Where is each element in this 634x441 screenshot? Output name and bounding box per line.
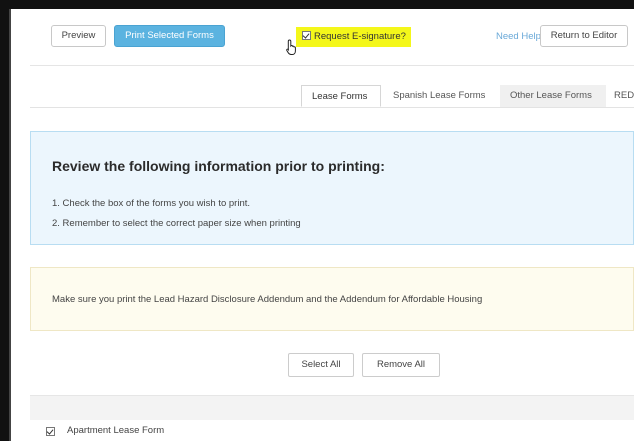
- form-checkbox[interactable]: [46, 427, 55, 436]
- printing-instructions-panel: Review the following information prior t…: [30, 131, 634, 245]
- return-to-editor-button[interactable]: Return to Editor: [540, 25, 628, 47]
- instruction-item: 2. Remember to select the correct paper …: [52, 218, 301, 229]
- form-category-tabs: Lease Forms Spanish Lease Forms Other Le…: [30, 85, 634, 107]
- request-esignature-toggle[interactable]: Request E-signature?: [296, 27, 411, 47]
- toolbar: Preview Print Selected Forms Request E-s…: [30, 9, 634, 66]
- form-label: Apartment Lease Form: [67, 425, 165, 436]
- tabs-divider: [30, 107, 634, 108]
- window-frame-left: [0, 0, 9, 441]
- tab-rede[interactable]: REDE: [606, 85, 634, 107]
- notice-text: Make sure you print the Lead Hazard Disc…: [52, 294, 483, 305]
- need-help-link[interactable]: Need Help?: [496, 31, 546, 42]
- tab-lease-forms[interactable]: Lease Forms: [301, 85, 381, 107]
- select-all-button[interactable]: Select All: [288, 353, 354, 377]
- instruction-item: 1. Check the box of the forms you wish t…: [52, 198, 251, 209]
- esignature-checkbox[interactable]: [302, 31, 311, 40]
- tab-spanish-lease-forms[interactable]: Spanish Lease Forms: [383, 85, 500, 107]
- page-content: Preview Print Selected Forms Request E-s…: [11, 9, 634, 441]
- remove-all-button[interactable]: Remove All: [362, 353, 440, 377]
- addendum-notice-panel: Make sure you print the Lead Hazard Disc…: [30, 267, 634, 331]
- print-selected-forms-button[interactable]: Print Selected Forms: [114, 25, 225, 47]
- esignature-label: Request E-signature?: [314, 31, 406, 42]
- forms-list-header: [30, 395, 634, 421]
- preview-button[interactable]: Preview: [51, 25, 106, 47]
- instructions-title: Review the following information prior t…: [52, 158, 385, 174]
- list-item[interactable]: Apartment Lease Form: [30, 420, 634, 441]
- hand-cursor-icon: [286, 39, 296, 55]
- window-frame-top: [0, 0, 634, 9]
- tab-other-lease-forms[interactable]: Other Lease Forms: [500, 85, 606, 107]
